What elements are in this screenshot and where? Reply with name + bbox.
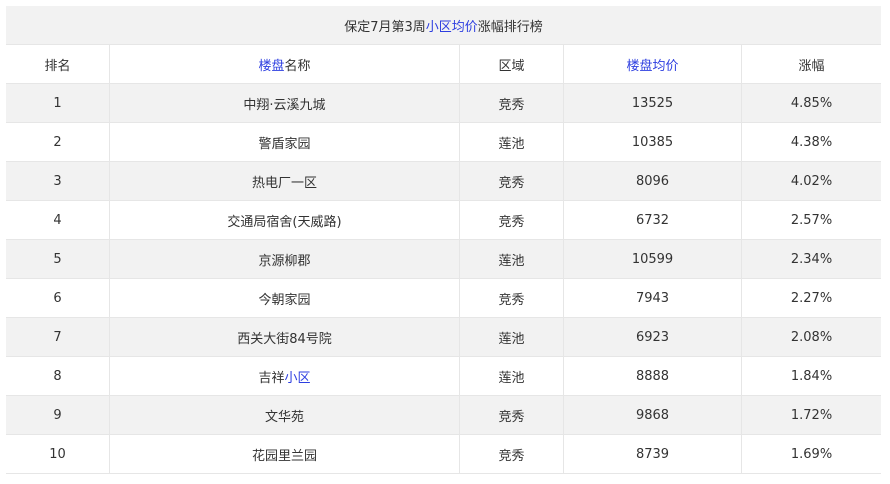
cell-district: 莲池 xyxy=(460,318,564,357)
cell-change: 4.85% xyxy=(742,84,882,123)
cell-price: 6732 xyxy=(564,201,742,240)
cell-change: 4.38% xyxy=(742,123,882,162)
cell-rank: 3 xyxy=(6,162,110,201)
cell-district: 竞秀 xyxy=(460,279,564,318)
cell-price: 7943 xyxy=(564,279,742,318)
table-row: 5 京源柳郡 莲池 10599 2.34% xyxy=(6,240,882,279)
property-name: 花园里兰园 xyxy=(251,448,317,464)
cell-district: 莲池 xyxy=(460,240,564,279)
table-caption-row: 保定7月第3周小区均价涨幅排行榜 xyxy=(6,6,882,45)
table-row: 9 文华苑 竞秀 9868 1.72% xyxy=(6,396,882,435)
cell-rank: 5 xyxy=(6,240,110,279)
table-row: 6 今朝家园 竞秀 7943 2.27% xyxy=(6,279,882,318)
cell-name: 吉祥小区 xyxy=(110,357,460,396)
header-price-link[interactable]: 楼盘均价 xyxy=(626,59,678,74)
table-header-row: 排名 楼盘名称 区域 楼盘均价 涨幅 xyxy=(6,45,882,84)
cell-change: 1.72% xyxy=(742,396,882,435)
cell-price: 8888 xyxy=(564,357,742,396)
property-name: 西关大街84号院 xyxy=(237,331,332,347)
cell-change: 2.27% xyxy=(742,279,882,318)
cell-change: 2.34% xyxy=(742,240,882,279)
header-price: 楼盘均价 xyxy=(564,45,742,84)
cell-price: 9868 xyxy=(564,396,742,435)
table-row: 1 中翔·云溪九城 竞秀 13525 4.85% xyxy=(6,84,882,123)
cell-name: 热电厂一区 xyxy=(110,162,460,201)
table-row: 3 热电厂一区 竞秀 8096 4.02% xyxy=(6,162,882,201)
table-row: 2 警盾家园 莲池 10385 4.38% xyxy=(6,123,882,162)
cell-district: 莲池 xyxy=(460,123,564,162)
cell-rank: 9 xyxy=(6,396,110,435)
cell-rank: 7 xyxy=(6,318,110,357)
property-name-link[interactable]: 小区 xyxy=(285,371,311,386)
cell-district: 莲池 xyxy=(460,357,564,396)
cell-rank: 10 xyxy=(6,435,110,474)
property-name: 热电厂一区 xyxy=(251,175,317,191)
property-name: 吉祥 xyxy=(258,370,285,386)
cell-change: 2.08% xyxy=(742,318,882,357)
cell-name: 警盾家园 xyxy=(110,123,460,162)
cell-name: 文华苑 xyxy=(110,396,460,435)
cell-change: 1.69% xyxy=(742,435,882,474)
caption-suffix: 涨幅排行榜 xyxy=(477,19,543,35)
cell-change: 1.84% xyxy=(742,357,882,396)
property-name: 警盾家园 xyxy=(258,136,311,152)
property-name: 今朝家园 xyxy=(258,292,311,308)
cell-district: 竞秀 xyxy=(460,84,564,123)
caption-prefix: 保定7月第3周 xyxy=(344,19,426,35)
cell-price: 10385 xyxy=(564,123,742,162)
table-row: 10 花园里兰园 竞秀 8739 1.69% xyxy=(6,435,882,474)
header-name: 楼盘名称 xyxy=(110,45,460,84)
cell-name: 京源柳郡 xyxy=(110,240,460,279)
cell-change: 2.57% xyxy=(742,201,882,240)
cell-district: 竞秀 xyxy=(460,162,564,201)
property-name: 文华苑 xyxy=(264,409,304,425)
cell-rank: 1 xyxy=(6,84,110,123)
cell-district: 竞秀 xyxy=(460,396,564,435)
header-rank: 排名 xyxy=(6,45,110,84)
property-name: 中翔·云溪九城 xyxy=(243,97,326,113)
header-change: 涨幅 xyxy=(742,45,882,84)
property-name: 京源柳郡 xyxy=(258,253,311,269)
cell-change: 4.02% xyxy=(742,162,882,201)
header-name-link[interactable]: 楼盘 xyxy=(258,59,284,74)
cell-price: 6923 xyxy=(564,318,742,357)
cell-name: 中翔·云溪九城 xyxy=(110,84,460,123)
property-name: 交通局宿舍(天威路) xyxy=(227,214,342,230)
cell-district: 竞秀 xyxy=(460,201,564,240)
cell-price: 8739 xyxy=(564,435,742,474)
cell-price: 10599 xyxy=(564,240,742,279)
table-row: 7 西关大街84号院 莲池 6923 2.08% xyxy=(6,318,882,357)
cell-name: 今朝家园 xyxy=(110,279,460,318)
cell-name: 西关大街84号院 xyxy=(110,318,460,357)
table-caption: 保定7月第3周小区均价涨幅排行榜 xyxy=(6,6,882,45)
cell-rank: 4 xyxy=(6,201,110,240)
cell-name: 花园里兰园 xyxy=(110,435,460,474)
caption-link-average-price[interactable]: 小区均价 xyxy=(426,20,478,35)
price-change-ranking-table: 保定7月第3周小区均价涨幅排行榜 排名 楼盘名称 区域 楼盘均价 涨幅 1 中翔·… xyxy=(6,6,882,474)
header-district: 区域 xyxy=(460,45,564,84)
cell-district: 竞秀 xyxy=(460,435,564,474)
table-row: 4 交通局宿舍(天威路) 竞秀 6732 2.57% xyxy=(6,201,882,240)
cell-rank: 8 xyxy=(6,357,110,396)
header-name-text: 名称 xyxy=(284,58,311,74)
cell-rank: 6 xyxy=(6,279,110,318)
cell-rank: 2 xyxy=(6,123,110,162)
table-row: 8 吉祥小区 莲池 8888 1.84% xyxy=(6,357,882,396)
cell-name: 交通局宿舍(天威路) xyxy=(110,201,460,240)
cell-price: 13525 xyxy=(564,84,742,123)
ranking-table-container: 保定7月第3周小区均价涨幅排行榜 排名 楼盘名称 区域 楼盘均价 涨幅 1 中翔·… xyxy=(6,6,882,474)
cell-price: 8096 xyxy=(564,162,742,201)
